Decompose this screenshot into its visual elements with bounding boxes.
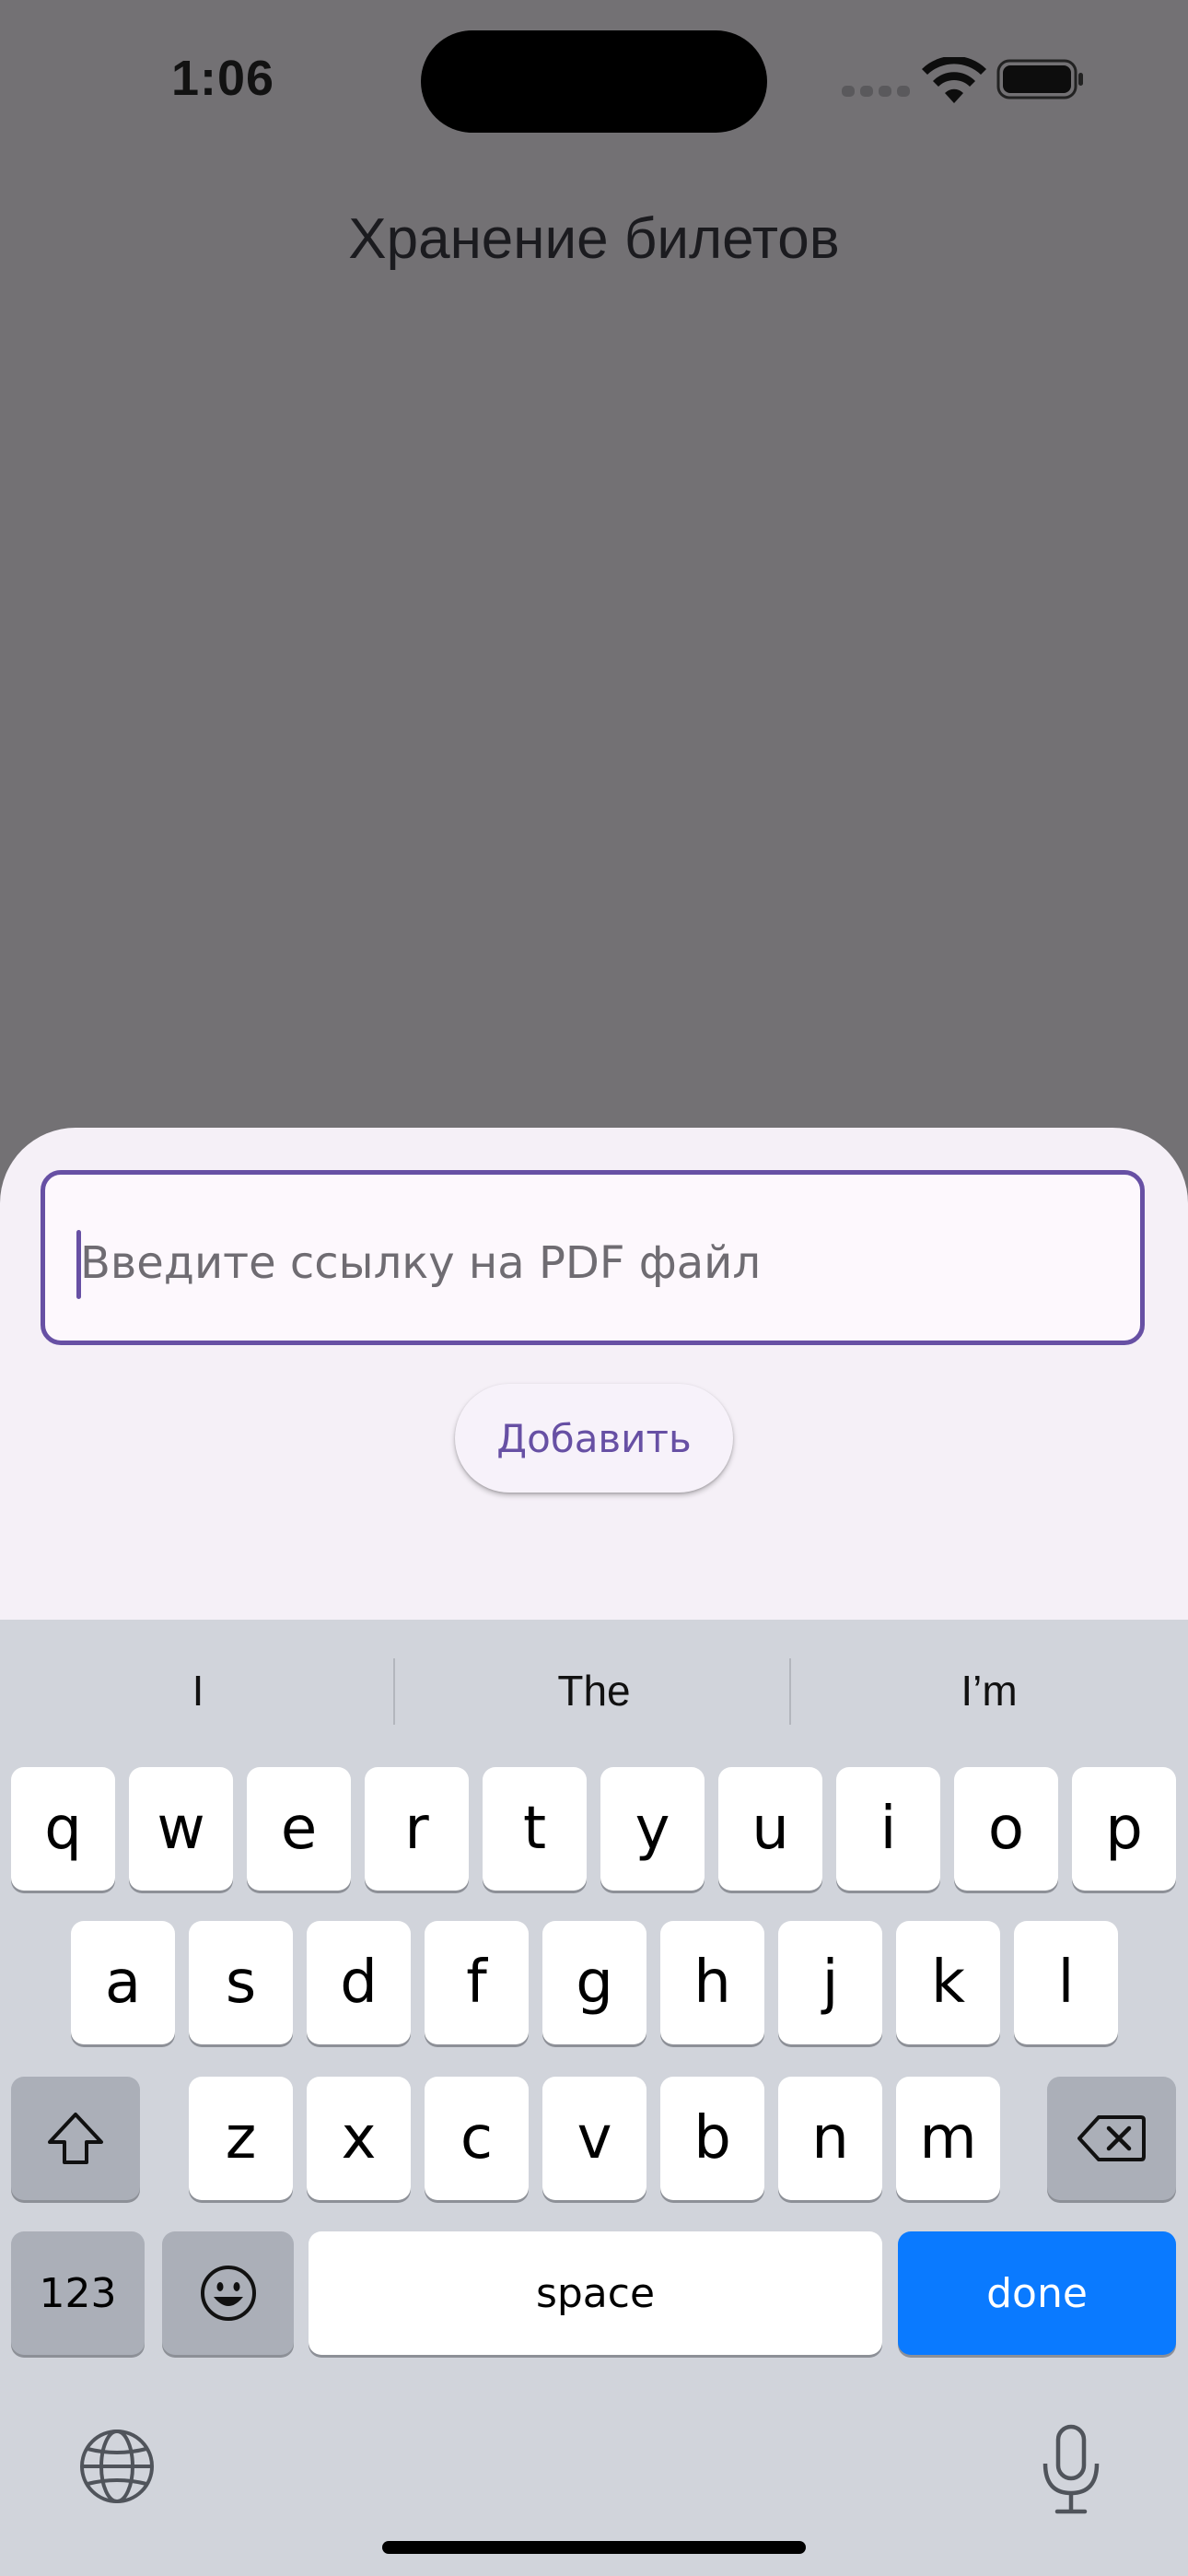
app-background-scrim[interactable]: [0, 0, 1188, 1128]
key-f[interactable]: f: [425, 1921, 529, 2044]
key-t[interactable]: t: [483, 1767, 587, 1891]
key-c[interactable]: c: [425, 2077, 529, 2200]
key-d[interactable]: d: [307, 1921, 411, 2044]
key-p[interactable]: p: [1072, 1767, 1176, 1891]
key-y[interactable]: y: [600, 1767, 705, 1891]
dynamic-island: [421, 30, 767, 133]
microphone-icon[interactable]: [1039, 2423, 1103, 2515]
key-r[interactable]: r: [365, 1767, 469, 1891]
pdf-url-input-placeholder: Введите ссылку на PDF файл: [80, 1237, 762, 1289]
emoji-key[interactable]: [162, 2231, 294, 2355]
key-m[interactable]: m: [896, 2077, 1000, 2200]
done-key[interactable]: done: [898, 2231, 1176, 2355]
suggestion-item[interactable]: I’m: [792, 1654, 1186, 1727]
key-s[interactable]: s: [189, 1921, 293, 2044]
suggestion-divider: [789, 1658, 791, 1725]
key-q[interactable]: q: [11, 1767, 115, 1891]
page-title: Хранение билетов: [348, 207, 840, 271]
status-time: 1:06: [171, 51, 275, 106]
shift-arrow-icon: [48, 2113, 103, 2164]
home-indicator[interactable]: [382, 2541, 806, 2554]
key-a[interactable]: a: [71, 1921, 175, 2044]
key-n[interactable]: n: [778, 2077, 882, 2200]
key-i[interactable]: i: [836, 1767, 940, 1891]
pdf-url-input[interactable]: Введите ссылку на PDF файл: [41, 1170, 1145, 1345]
key-e[interactable]: e: [247, 1767, 351, 1891]
backspace-icon: [1077, 2115, 1146, 2161]
key-z[interactable]: z: [189, 2077, 293, 2200]
key-b[interactable]: b: [660, 2077, 764, 2200]
cellular-signal-icon: [842, 86, 910, 97]
backspace-key[interactable]: [1047, 2077, 1176, 2200]
suggestion-item[interactable]: I: [1, 1654, 395, 1727]
key-x[interactable]: x: [307, 2077, 411, 2200]
key-k[interactable]: k: [896, 1921, 1000, 2044]
add-button[interactable]: Добавить: [455, 1384, 733, 1493]
battery-icon: [996, 59, 1083, 100]
emoji-icon: [200, 2266, 256, 2321]
suggestion-bar: I The I’m: [0, 1654, 1188, 1727]
suggestion-divider: [393, 1658, 395, 1725]
key-j[interactable]: j: [778, 1921, 882, 2044]
globe-icon[interactable]: [77, 2427, 157, 2506]
key-v[interactable]: v: [542, 2077, 646, 2200]
key-o[interactable]: o: [954, 1767, 1058, 1891]
space-key[interactable]: space: [309, 2231, 882, 2355]
key-g[interactable]: g: [542, 1921, 646, 2044]
shift-key[interactable]: [11, 2077, 140, 2200]
key-h[interactable]: h: [660, 1921, 764, 2044]
wifi-icon: [922, 57, 986, 103]
key-u[interactable]: u: [718, 1767, 822, 1891]
key-w[interactable]: w: [129, 1767, 233, 1891]
suggestion-item[interactable]: The: [397, 1654, 791, 1727]
status-bar: 1:06: [0, 0, 1188, 157]
numbers-key[interactable]: 123: [11, 2231, 145, 2355]
key-l[interactable]: l: [1014, 1921, 1118, 2044]
